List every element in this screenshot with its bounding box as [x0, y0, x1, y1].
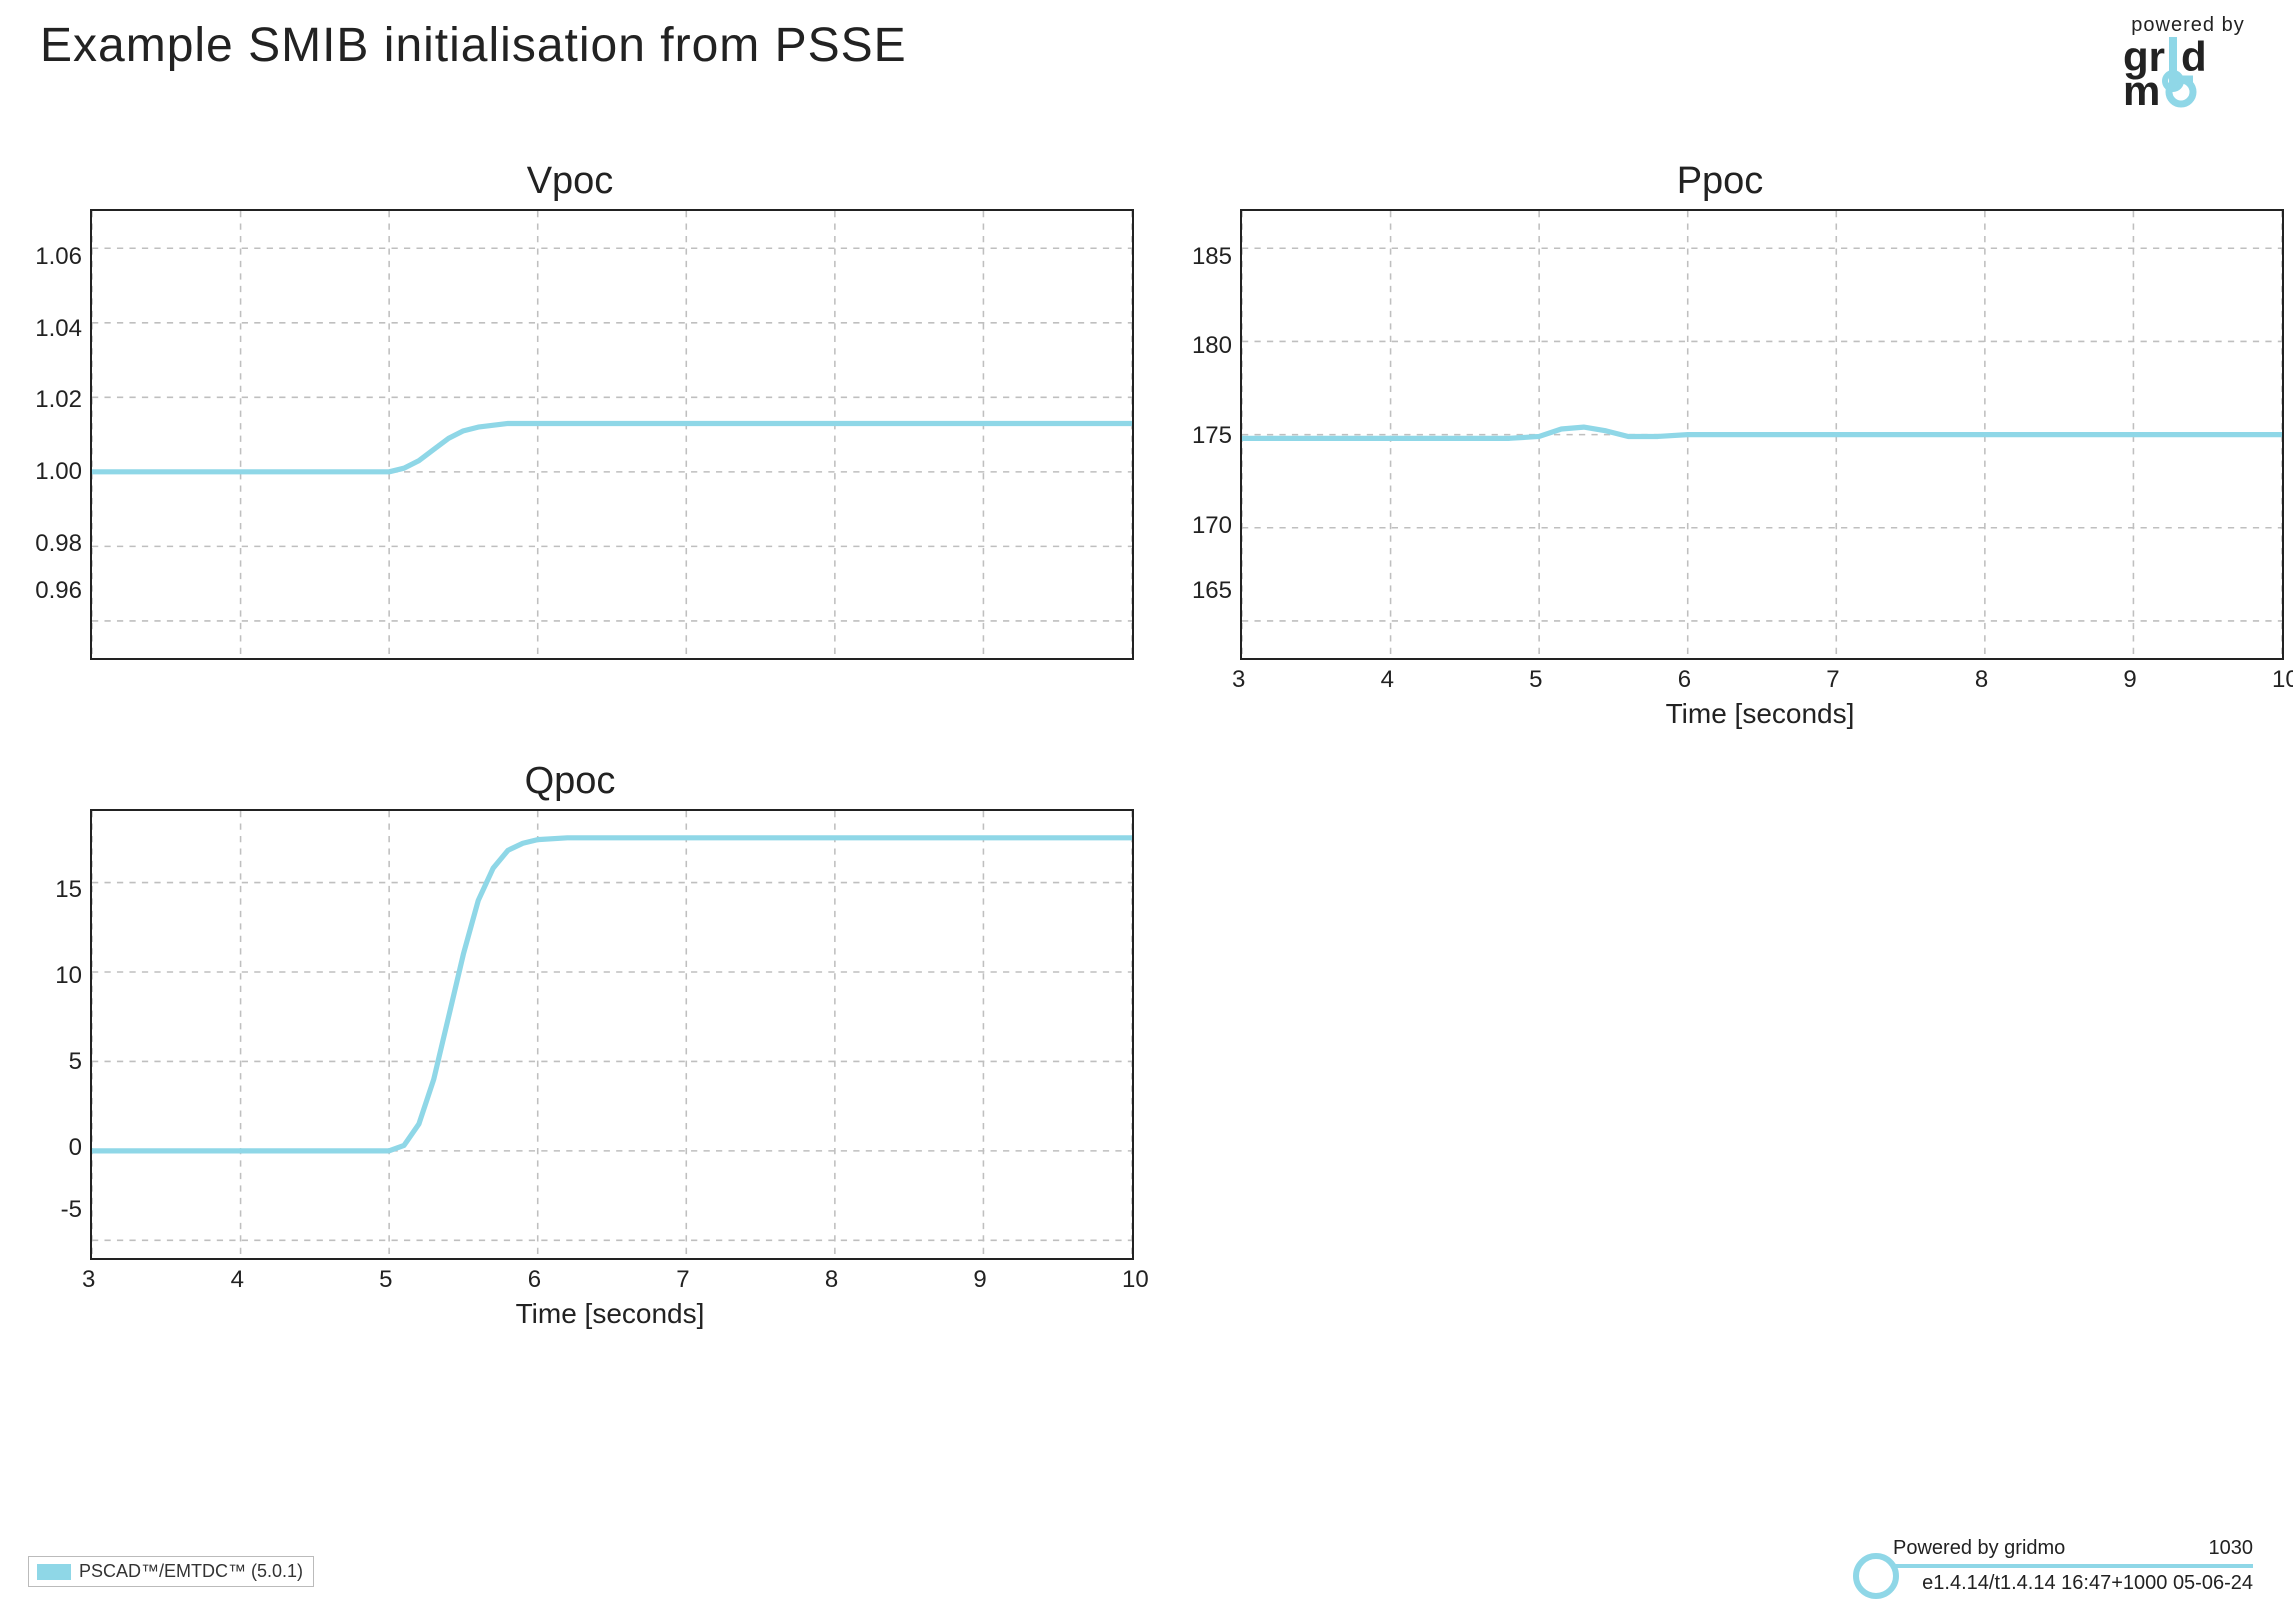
svg-text:d: d	[2181, 37, 2207, 80]
yticks-ppoc: 165170175180185	[1160, 209, 1240, 639]
footer-divider	[1893, 1564, 2253, 1568]
chart-vpoc: Vpoc 0.960.981.001.021.041.06	[10, 160, 1130, 730]
svg-text:m: m	[2123, 67, 2160, 109]
chart-title-vpoc: Vpoc	[10, 160, 1130, 203]
footer-version: e1.4.14/t1.4.14 16:47+1000 05-06-24	[1893, 1572, 2253, 1595]
chart-ppoc: Ppoc 165170175180185 345678910 Time [sec…	[1160, 160, 2280, 730]
legend-swatch-icon	[37, 1564, 71, 1580]
plot-area-qpoc	[90, 809, 1134, 1260]
page-title: Example SMIB initialisation from PSSE	[40, 18, 907, 73]
legend: PSCAD™/EMTDC™ (5.0.1)	[28, 1556, 314, 1587]
chart-title-qpoc: Qpoc	[10, 760, 1130, 803]
plot-area-ppoc	[1240, 209, 2284, 660]
brand-logo: powered by gr d m	[2123, 14, 2253, 114]
yticks-vpoc: 0.960.981.001.021.041.06	[10, 209, 90, 639]
legend-label: PSCAD™/EMTDC™ (5.0.1)	[79, 1561, 303, 1582]
footer: Powered by gridmo 1030 e1.4.14/t1.4.14 1…	[1853, 1537, 2253, 1595]
footer-id: 1030	[2209, 1537, 2254, 1560]
xticks-qpoc: 345678910	[90, 1266, 1130, 1294]
chart-qpoc: Qpoc -5051015 345678910 Time [seconds]	[10, 760, 1130, 1330]
xticks-ppoc: 345678910	[1240, 666, 2280, 694]
gridmo-logo-icon: gr d m	[2123, 37, 2253, 109]
chart-title-ppoc: Ppoc	[1160, 160, 2280, 203]
footer-ring-icon	[1853, 1553, 1899, 1599]
charts-grid: Vpoc 0.960.981.001.021.041.06 Ppoc 16517…	[10, 160, 2280, 1330]
xlabel-ppoc: Time [seconds]	[1240, 698, 2280, 730]
xlabel-qpoc: Time [seconds]	[90, 1298, 1130, 1330]
yticks-qpoc: -5051015	[10, 809, 90, 1239]
plot-area-vpoc	[90, 209, 1134, 660]
footer-powered: Powered by gridmo	[1893, 1537, 2065, 1560]
powered-by-label: powered by	[2123, 14, 2253, 37]
